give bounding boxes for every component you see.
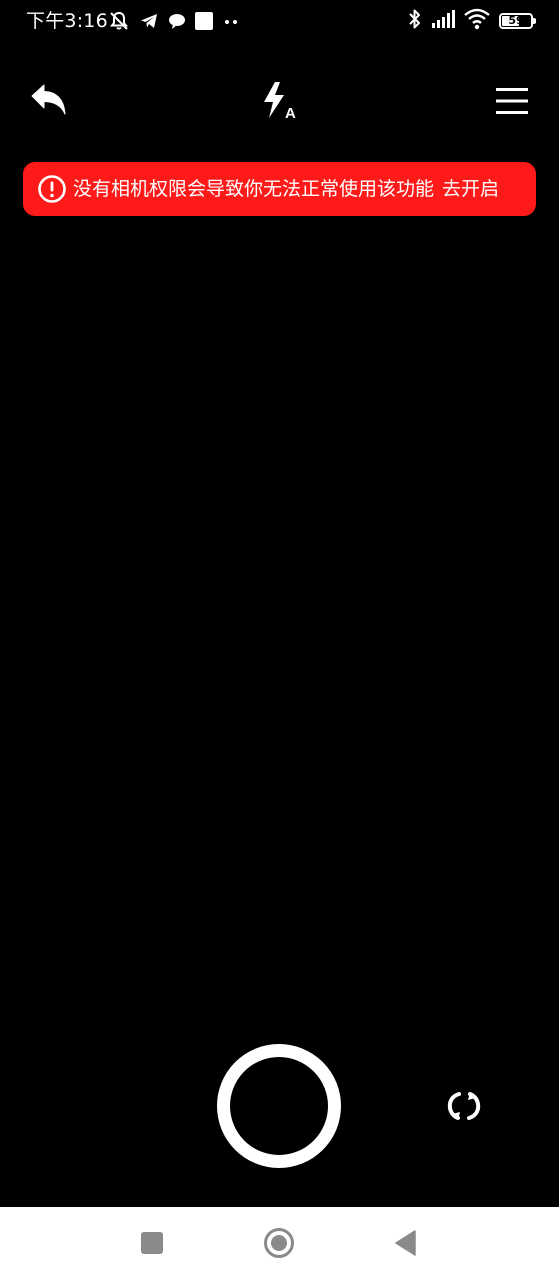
warning-message: 没有相机权限会导致你无法正常使用该功能 [73, 178, 435, 200]
recents-square-icon [141, 1232, 163, 1254]
square-notification-icon [195, 12, 213, 30]
reply-arrow-icon [31, 84, 66, 115]
switch-camera-icon [447, 1092, 481, 1120]
shutter-button[interactable] [217, 1044, 341, 1168]
bluetooth-icon [408, 8, 422, 34]
hamburger-menu-icon [496, 88, 528, 114]
more-dots-icon [222, 12, 240, 30]
status-time: 下午3:16 [26, 10, 108, 32]
flash-auto-button[interactable]: A [254, 78, 306, 124]
home-button[interactable] [257, 1221, 301, 1265]
status-system-icons: 59 [408, 8, 536, 34]
chat-bubble-icon [168, 12, 186, 30]
flash-auto-icon: A [264, 82, 296, 122]
status-notification-icons [108, 10, 240, 32]
svg-text:A: A [285, 105, 296, 122]
menu-button[interactable] [488, 80, 536, 122]
signal-icon [431, 9, 455, 33]
alert-circle-icon [37, 174, 67, 204]
home-circle-icon [264, 1228, 294, 1258]
nav-back-button[interactable] [384, 1221, 428, 1265]
battery-icon: 59 [499, 13, 536, 29]
back-button[interactable] [24, 78, 72, 122]
camera-screen: 下午3:16 59 A 没有相机权限会导致你无法正常使用该功能 去开启 [0, 0, 559, 1280]
system-nav-bar [0, 1207, 559, 1280]
telegram-icon [139, 11, 159, 31]
battery-level: 59 [508, 14, 524, 27]
switch-camera-button[interactable] [440, 1083, 488, 1129]
back-triangle-icon [395, 1230, 416, 1256]
wifi-icon [464, 8, 490, 34]
status-bar: 下午3:16 59 [0, 0, 559, 44]
camera-permission-warning[interactable]: 没有相机权限会导致你无法正常使用该功能 去开启 [23, 162, 536, 216]
recents-button[interactable] [130, 1221, 174, 1265]
mute-bell-icon [108, 10, 130, 32]
enable-permission-link[interactable]: 去开启 [442, 177, 499, 201]
